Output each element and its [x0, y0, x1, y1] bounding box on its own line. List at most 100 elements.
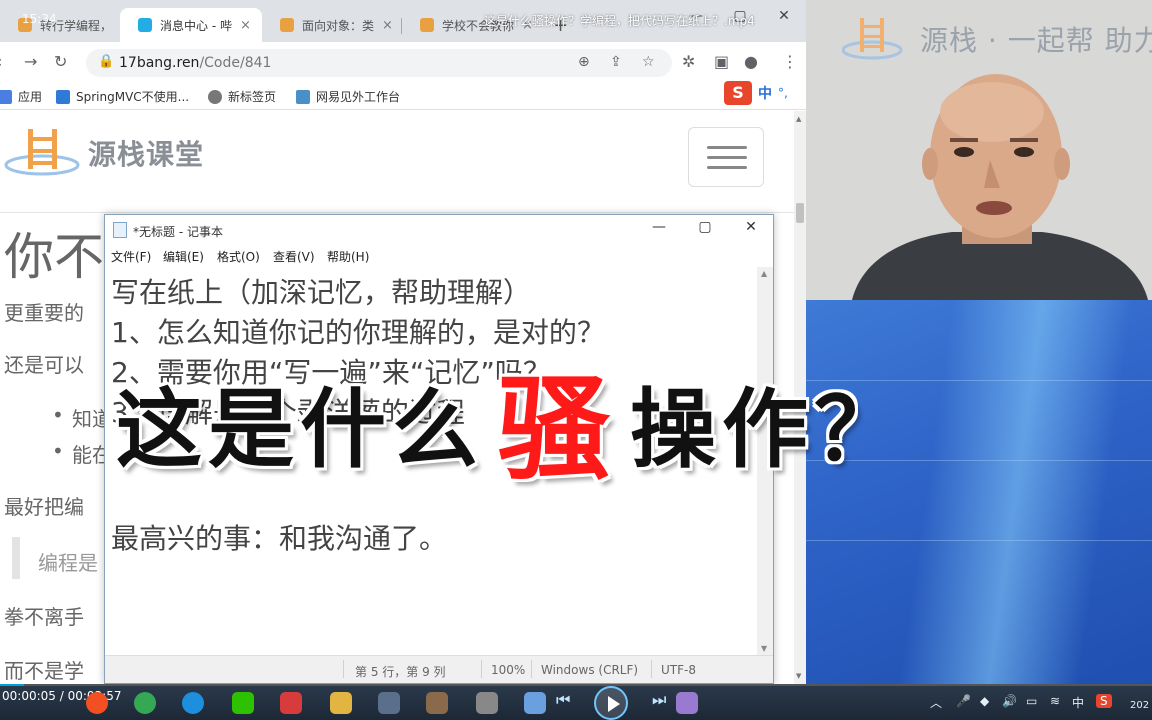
sogou-ime-icon[interactable]: S [724, 81, 752, 105]
tab-0[interactable]: 转行学编程， × [0, 8, 130, 42]
tray-chevron-icon[interactable]: ︿ [930, 694, 942, 711]
caption-text-before: 这是什么 [116, 380, 484, 480]
bookmark-label: SpringMVC不使用... [76, 90, 190, 104]
profile-avatar-icon[interactable]: ● [744, 52, 758, 71]
progress-fill [0, 684, 25, 686]
ime-punctuation[interactable]: °, [778, 86, 788, 100]
netease-icon [296, 89, 310, 104]
volume-icon[interactable]: 🔊 [1002, 694, 1017, 708]
wallpaper-line [806, 540, 1152, 541]
status-encoding: UTF-8 [661, 663, 696, 677]
notepad-minimize-button[interactable]: — [637, 219, 681, 235]
status-separator [651, 660, 652, 678]
scroll-down-icon[interactable]: ▼ [796, 672, 801, 680]
text-line: 写在纸上（加深记忆，帮助理解） [111, 276, 532, 309]
bookmark-springmvc[interactable]: SpringMVC不使用... [56, 88, 189, 105]
edge-icon[interactable] [182, 692, 204, 714]
tab-close-icon[interactable]: × [240, 18, 251, 33]
firefox-icon[interactable] [86, 692, 108, 714]
menu-toggle-button[interactable] [688, 127, 764, 187]
notepad-titlebar[interactable]: *无标题 - 记事本 — ▢ ✕ [105, 215, 773, 245]
wechat-icon[interactable] [232, 692, 254, 714]
scroll-up-icon[interactable]: ▲ [796, 115, 801, 123]
status-separator [481, 660, 482, 678]
address-bar[interactable]: 🔒 17bang.ren/Code/841 ⊕ ⇪ ☆ [86, 49, 672, 77]
scroll-down-icon[interactable]: ▼ [761, 644, 767, 653]
scroll-up-icon[interactable]: ▲ [761, 269, 767, 278]
ime-language[interactable]: 中 [758, 83, 772, 103]
share-icon[interactable]: ⇪ [610, 54, 622, 70]
wallpaper-light-beam [899, 300, 1133, 684]
hamburger-line [707, 156, 747, 159]
back-icon[interactable]: ‹ [0, 52, 2, 71]
caption-highlight: 骚 [498, 365, 616, 495]
previous-icon[interactable]: ⏮ [556, 690, 570, 710]
bookmark-netease[interactable]: 网易见外工作台 [296, 88, 400, 105]
tray-language[interactable]: 中 [1072, 694, 1084, 711]
menu-kebab-icon[interactable]: ⋮ [782, 52, 798, 71]
ladder-logo-icon [4, 125, 84, 181]
notepad-close-button[interactable]: ✕ [729, 219, 773, 235]
menu-help[interactable]: 帮助(H) [327, 248, 369, 265]
tab-1[interactable]: 消息中心 - 哔 × [120, 8, 262, 42]
app-vs-icon[interactable] [676, 692, 698, 714]
app-cat-icon[interactable] [476, 692, 498, 714]
spt-app-icon[interactable] [378, 692, 400, 714]
bullet-dot: • [52, 439, 64, 463]
play-icon [608, 696, 620, 712]
sogou-tray-icon[interactable]: S [1096, 694, 1112, 708]
app-red-icon[interactable] [280, 692, 302, 714]
sidepanel-icon[interactable]: ▣ [714, 52, 729, 71]
url-path: /Code/841 [199, 55, 272, 71]
scroll-thumb[interactable] [796, 203, 804, 223]
playback-progress[interactable] [0, 684, 1152, 686]
bookmark-newtab[interactable]: 新标签页 [208, 88, 276, 105]
menu-file[interactable]: 文件(F) [111, 248, 151, 265]
clock-overlay: 15:34 [22, 12, 57, 26]
close-button[interactable]: ✕ [762, 0, 806, 32]
app-gear-icon[interactable] [426, 692, 448, 714]
ime-toolbar[interactable]: S 中 °, [724, 80, 804, 106]
bilibili-favicon-icon [138, 18, 152, 32]
article-paragraph: 而不是学 [4, 659, 84, 683]
play-button[interactable] [594, 686, 628, 720]
video-title-overlay: 这是什么骚操作？学编程，把代码写在纸上？.mp4 [484, 14, 755, 28]
apps-grid-icon [0, 89, 12, 104]
notepad-menubar: 文件(F) 编辑(E) 格式(O) 查看(V) 帮助(H) [105, 245, 773, 267]
url-host: 17bang.ren [119, 55, 200, 71]
battery-icon[interactable]: ▭ [1026, 694, 1037, 708]
extensions-icon[interactable]: ✲ [682, 52, 695, 71]
bookmark-label: 应用 [18, 90, 43, 104]
browser-toolbar: ‹ → ↻ 🔒 17bang.ren/Code/841 ⊕ ⇪ ☆ ✲ ▣ ● … [0, 42, 806, 82]
tab-title: 面向对象：类 [302, 18, 375, 33]
watermark-text: 源栈 · 一起帮 助力 [920, 24, 1152, 57]
wifi-icon[interactable]: ≋ [1050, 694, 1060, 708]
file-explorer-icon[interactable] [330, 692, 352, 714]
chrome-icon[interactable] [134, 692, 156, 714]
tab-2[interactable]: 面向对象：类 × [262, 8, 402, 42]
desktop-wallpaper [806, 300, 1152, 684]
globe-icon [208, 89, 222, 104]
site-logo[interactable]: 源栈课堂 [4, 125, 204, 181]
menu-edit[interactable]: 编辑(E) [163, 248, 204, 265]
zoom-icon[interactable]: ⊕ [578, 54, 590, 70]
caption-overlay: 这是什么 骚 操作？ [116, 370, 906, 490]
microphone-icon[interactable]: 🎤 [956, 694, 971, 708]
url-text[interactable]: 17bang.ren/Code/841 [119, 55, 271, 71]
bookmark-apps[interactable]: 应用 [0, 88, 42, 105]
article-paragraph: 最好把编 [4, 495, 84, 519]
tab-close-icon[interactable]: × [382, 18, 393, 33]
next-icon[interactable]: ⏭ [652, 690, 666, 710]
forward-icon[interactable]: → [24, 52, 37, 71]
notepad-maximize-button[interactable]: ▢ [683, 219, 727, 235]
player-bar: 00:00:05 / 00:03:57 ⏮ ⏭ ︿ 🎤 ◆ 🔊 ▭ ≋ 中 S … [0, 684, 1152, 720]
reload-icon[interactable]: ↻ [54, 52, 67, 71]
menu-format[interactable]: 格式(O) [217, 248, 260, 265]
qq-icon[interactable]: ◆ [980, 694, 989, 708]
app-screen-icon[interactable] [524, 692, 546, 714]
menu-view[interactable]: 查看(V) [273, 248, 315, 265]
site-favicon-icon [56, 89, 70, 104]
site-logo-text: 源栈课堂 [88, 138, 205, 171]
bookmark-star-icon[interactable]: ☆ [642, 54, 655, 70]
blockquote-bar [12, 537, 20, 579]
